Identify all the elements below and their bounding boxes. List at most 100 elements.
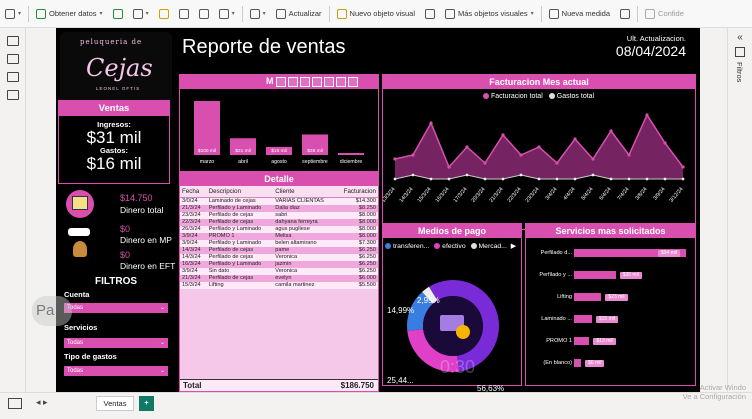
sql-icon — [158, 8, 169, 19]
table-row[interactable]: 14/3/24 Perfilado de cejas Veronica $6.250 — [180, 254, 378, 261]
column-header[interactable]: Descripcion — [206, 186, 274, 198]
more-visuals-button[interactable]: Más objetos visuales ▾ — [440, 3, 539, 25]
servicios-panel[interactable]: Servicios mas solicitados Perfilado d...… — [525, 223, 696, 386]
table-row[interactable]: 21/3/24 Perfilado y Laminado Dalia diaz $8.… — [180, 205, 378, 212]
data-point — [483, 177, 487, 181]
table-cell: 3/9/24 — [180, 240, 207, 247]
tab-ventas[interactable]: Ventas — [96, 396, 134, 411]
x-tick-label: 4/4/24 — [562, 186, 576, 201]
dataverse-button[interactable] — [194, 3, 214, 25]
column-header[interactable]: Cliente — [273, 186, 336, 198]
drill-down-icon[interactable] — [300, 77, 310, 87]
expand-icon[interactable] — [312, 77, 322, 87]
bar-data-label: $13 mil — [593, 338, 616, 345]
table-row[interactable]: 16/3/24 Perfilado y Laminado jazmin $6.250 — [180, 261, 378, 268]
report-view-icon[interactable] — [7, 36, 19, 46]
transform-button[interactable]: ▾ — [245, 3, 271, 25]
text-box-button[interactable] — [420, 3, 440, 25]
detalle-table-panel[interactable]: Detalle Fecha Descripcion Cliente Facturaci… — [179, 172, 379, 392]
table-row[interactable]: 23/3/24 Perfilado de cejas sabri $8.000 — [180, 212, 378, 219]
table-icon — [36, 8, 47, 19]
bar[interactable] — [574, 315, 592, 323]
x-tick-label: 3/4/24 — [544, 186, 558, 201]
monthly-chart-panel[interactable]: M $100 mil marzo $31 mil abril $15 mil agosto… — [179, 74, 379, 172]
tipo-gastos-select[interactable]: Todas ⌄ — [64, 366, 168, 376]
ventas-card[interactable]: Ventas Ingresos: $31 mil Gastos: $16 mil — [58, 100, 170, 184]
medios-header: Medios de pago — [383, 224, 521, 238]
data-point — [393, 177, 397, 181]
undo-button[interactable]: ▾ — [0, 3, 26, 25]
get-data-button[interactable]: Obtener datos ▾ — [31, 3, 108, 25]
sql-button[interactable] — [154, 3, 174, 25]
kpi-mp-label: Dinero en MP — [120, 235, 172, 245]
last-update: Ult. Actualizacion. 08/04/2024 — [616, 34, 686, 59]
collapse-icon[interactable]: « — [728, 32, 752, 43]
more-options-icon[interactable] — [348, 77, 358, 87]
table-cell: 21/3/24 — [180, 275, 207, 282]
bar-data-label: $31 mil — [235, 148, 250, 154]
table-row[interactable]: 3/9/24 PROMO 1 Melisa $8.000 — [180, 233, 378, 240]
more-visuals-label: Más objetos visuales — [458, 9, 528, 18]
house-icon — [66, 190, 94, 218]
tipo-gastos-value: Todas — [67, 368, 84, 374]
table-row[interactable]: 21/3/24 Perfilado de cejas evelyn $6.000 — [180, 275, 378, 282]
bar-data-label: $6 mil — [585, 360, 605, 367]
model-view-icon[interactable] — [7, 72, 19, 82]
data-point — [573, 177, 577, 181]
table-cell: dahyana ferreyra — [273, 219, 336, 226]
table-row[interactable]: 22/3/24 Perfilado de cejas dahyana ferreyr… — [180, 219, 378, 226]
sensitivity-label: Confide — [658, 9, 684, 18]
bar[interactable] — [574, 271, 616, 279]
refresh-button[interactable]: Actualizar — [271, 3, 327, 25]
column-header[interactable]: Facturacion — [335, 186, 378, 198]
cuenta-select[interactable]: Todas ⌄ — [64, 303, 168, 313]
servicios-select[interactable]: Todas ⌄ — [64, 338, 168, 348]
kpi-total-label: Dinero total — [120, 205, 164, 215]
table-cell: Dalia diaz — [273, 205, 336, 212]
y-tick-label: PROMO 1 — [546, 338, 572, 344]
data-point — [609, 129, 613, 133]
table-view-icon[interactable] — [7, 54, 19, 64]
bar[interactable] — [574, 293, 602, 301]
new-measure-button[interactable]: Nueva medida — [544, 3, 615, 25]
filter-icon[interactable] — [324, 77, 334, 87]
table-row[interactable]: 3/0/24 Laminado de cejas VARIAS CLIENTAS $1… — [180, 197, 378, 205]
bar[interactable] — [574, 359, 582, 367]
dax-view-icon[interactable] — [7, 90, 19, 100]
filters-label[interactable]: Filtros — [735, 62, 744, 82]
page-nav[interactable]: ◂ ▸ — [36, 397, 48, 408]
facturacion-panel[interactable]: Facturacion Mes actual Facturacion total… — [382, 74, 696, 230]
table-row[interactable]: 15/3/24 Lifting camila martinez $5.500 — [180, 282, 378, 289]
page-view-icon[interactable] — [8, 398, 22, 409]
data-point — [447, 177, 451, 181]
visuals-icon — [445, 8, 456, 19]
detalle-header: Detalle — [180, 173, 378, 186]
data-point — [429, 121, 433, 125]
excel-button[interactable] — [108, 3, 128, 25]
sensitivity-button[interactable]: Confide — [640, 3, 689, 25]
focus-mode-icon[interactable] — [336, 77, 346, 87]
column-header[interactable]: Fecha — [180, 186, 207, 198]
add-page-button[interactable]: + — [139, 396, 154, 411]
table-row[interactable]: 14/3/24 Perfilado de cejas pame $6.250 — [180, 247, 378, 254]
dataset-button[interactable]: ▾ — [128, 3, 154, 25]
bar[interactable] — [574, 337, 590, 345]
pin-icon[interactable] — [276, 77, 286, 87]
table-row[interactable]: 26/3/24 Perfilado y Laminado agus pugliese… — [180, 226, 378, 233]
data-point — [483, 161, 487, 165]
coin-icon — [456, 325, 470, 339]
table-cell: belen altamirano — [273, 240, 336, 247]
table-row[interactable]: 3/9/24 Perfilado y Laminado belen altamira… — [180, 240, 378, 247]
table-cell: $6.250 — [335, 261, 378, 268]
filters-title: FILTROS — [94, 276, 138, 287]
enter-data-button[interactable] — [174, 3, 194, 25]
quick-measure-button[interactable] — [615, 3, 635, 25]
legend-gastos-label: Gastos total — [556, 93, 595, 100]
new-visual-button[interactable]: Nuevo objeto visual — [332, 3, 420, 25]
chevron-down-icon: ⌄ — [159, 368, 165, 374]
recent-sources-button[interactable]: ▾ — [214, 3, 240, 25]
table-cell: Melisa — [273, 233, 336, 240]
servicios-header: Servicios mas solicitados — [526, 224, 695, 238]
drill-up-icon[interactable] — [288, 77, 298, 87]
table-row[interactable]: 3/9/24 Sin dato Veronica $6.250 — [180, 268, 378, 275]
